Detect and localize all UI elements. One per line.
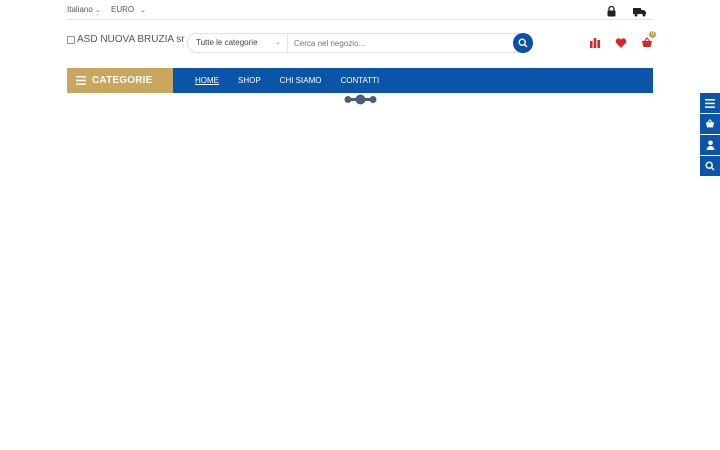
- categories-label: CATEGORIE: [92, 75, 153, 86]
- broken-image-icon: [67, 35, 75, 44]
- right-sidebar: [700, 93, 720, 177]
- top-bar: Italiano ⌄ EURO ⌄: [67, 0, 653, 20]
- logo-alt-text: ASD NUOVA BRUZIA sr: [77, 34, 185, 45]
- category-select[interactable]: Tutte le categorie ⌄: [188, 34, 288, 52]
- nav-item-shop[interactable]: SHOP: [238, 76, 261, 85]
- header-icons: 0: [589, 31, 656, 48]
- truck-icon[interactable]: [633, 4, 647, 22]
- chevron-down-icon: ⌄: [94, 6, 101, 14]
- sidebar-menu-button[interactable]: [700, 93, 720, 113]
- currency-selector[interactable]: EURO ⌄: [111, 5, 146, 14]
- compare-icon[interactable]: [589, 36, 601, 48]
- language-label: Italiano: [67, 5, 93, 14]
- currency-label: EURO: [111, 5, 135, 14]
- site-logo[interactable]: ASD NUOVA BRUZIA sr: [67, 34, 185, 45]
- nav-menu: HOME SHOP CHI SIAMO CONTATTI: [195, 68, 379, 93]
- search-button[interactable]: [513, 33, 533, 53]
- sidebar-cart-button[interactable]: [700, 114, 720, 134]
- header: ASD NUOVA BRUZIA sr Tutte le categorie ⌄…: [67, 28, 656, 58]
- chevron-down-icon: ⌄: [275, 39, 281, 46]
- search-input[interactable]: [289, 34, 519, 52]
- sidebar-search-button[interactable]: [700, 156, 720, 176]
- cart-count-badge: 0: [649, 31, 656, 38]
- search-icon: [705, 161, 715, 171]
- nav-item-chi-siamo[interactable]: CHI SIAMO: [280, 76, 322, 85]
- categories-toggle[interactable]: CATEGORIE: [67, 68, 173, 93]
- hamburger-icon: [76, 76, 86, 85]
- search-icon: [518, 38, 528, 48]
- search-bar: Tutte le categorie ⌄: [187, 33, 533, 53]
- user-icon: [706, 140, 714, 150]
- heart-icon[interactable]: [615, 36, 627, 48]
- loading-spinner: [344, 94, 377, 105]
- sidebar-account-button[interactable]: [700, 135, 720, 155]
- main-nav: CATEGORIE HOME SHOP CHI SIAMO CONTATTI: [67, 68, 653, 93]
- chevron-down-icon: ⌄: [140, 6, 146, 14]
- language-selector[interactable]: Italiano ⌄: [67, 5, 101, 14]
- nav-item-home[interactable]: HOME: [195, 76, 219, 85]
- cart-icon[interactable]: 0: [641, 31, 656, 48]
- lock-icon[interactable]: [607, 4, 616, 22]
- category-select-value: Tutte le categorie: [196, 38, 258, 47]
- nav-item-contatti[interactable]: CONTATTI: [340, 76, 379, 85]
- menu-icon: [705, 98, 715, 108]
- basket-icon: [705, 119, 715, 128]
